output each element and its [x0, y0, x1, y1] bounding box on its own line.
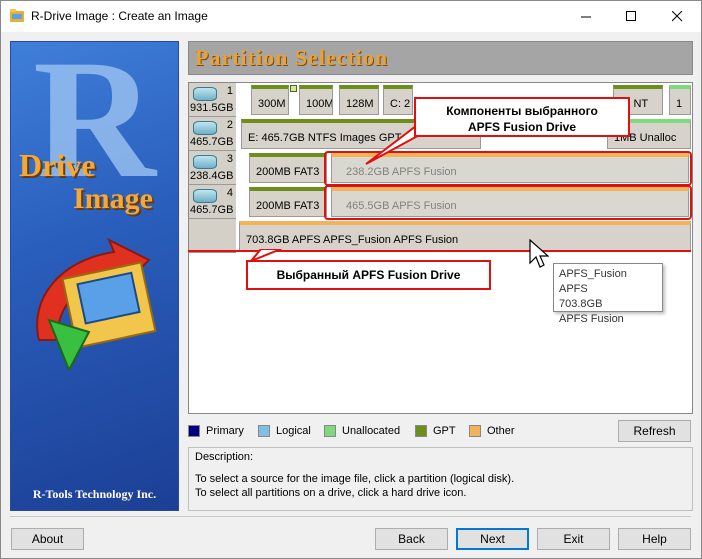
- description-label: Description:: [195, 451, 254, 463]
- highlight-frame: [324, 185, 692, 220]
- partition-1-4[interactable]: C: 2: [383, 85, 413, 115]
- legend-swatch: [469, 425, 481, 437]
- drive-number: 4: [226, 187, 233, 199]
- divider: [10, 516, 691, 517]
- drive-size: 465.7GB: [190, 204, 234, 216]
- legend-swatch: [415, 425, 427, 437]
- app-window: R-Drive Image : Create an Image R Drive …: [0, 0, 702, 559]
- drive-number: 1: [226, 85, 233, 97]
- about-button[interactable]: About: [11, 528, 84, 550]
- drive-4[interactable]: 4 465.7GB: [189, 185, 236, 219]
- logo-image-text: Image: [73, 182, 153, 215]
- close-button[interactable]: [655, 1, 700, 32]
- legend-other: Other: [469, 423, 515, 439]
- legend-swatch: [258, 425, 270, 437]
- drive-3[interactable]: 3 238.4GB: [189, 151, 236, 185]
- legend-unallocated: Unallocated: [324, 423, 400, 439]
- logo-drive-text: Drive: [19, 147, 96, 183]
- partition-4-1[interactable]: 200MB FAT3: [249, 187, 327, 217]
- close-icon: [672, 11, 683, 22]
- window-title: R-Drive Image : Create an Image: [31, 9, 208, 23]
- drive-number: 2: [226, 119, 233, 131]
- drive-2[interactable]: 2 465.7GB: [189, 117, 236, 151]
- description-line-1: To select a source for the image file, c…: [195, 473, 515, 485]
- drive-size: 465.7GB: [190, 136, 234, 148]
- refresh-button[interactable]: Refresh: [618, 420, 691, 442]
- selected-drive-callout: Выбранный APFS Fusion Drive: [246, 260, 491, 290]
- app-icon: [10, 9, 24, 22]
- company-name: R-Tools Technology Inc.: [32, 487, 157, 501]
- components-callout: Компоненты выбранного APFS Fusion Drive: [414, 97, 630, 137]
- drive-number: 3: [226, 153, 233, 165]
- maximize-icon: [626, 11, 636, 21]
- partition-1-2[interactable]: 100M: [299, 85, 333, 115]
- partition-tooltip: APFS_Fusion APFS 703.8GB APFS Fusion: [553, 263, 663, 325]
- page-header: Partition Selection: [188, 41, 693, 75]
- folder-arrow-icon: [36, 237, 157, 370]
- next-button[interactable]: Next: [456, 528, 529, 550]
- partition-1-1[interactable]: 300M: [251, 85, 289, 115]
- minimize-icon: [581, 16, 591, 18]
- selection-marker: [290, 85, 297, 92]
- hard-drive-icon: [193, 121, 217, 135]
- partition-1-6[interactable]: 1: [669, 85, 691, 115]
- partition-3-1[interactable]: 200MB FAT3: [249, 153, 327, 183]
- legend-swatch: [188, 425, 200, 437]
- hard-drive-icon: [193, 155, 217, 169]
- description-line-2: To select all partitions on a drive, cli…: [195, 487, 467, 499]
- sidebar-logo-panel: R Drive Image R-Tools Technology Inc.: [10, 41, 179, 511]
- minimize-button[interactable]: [564, 1, 609, 32]
- exit-button[interactable]: Exit: [537, 528, 610, 550]
- legend-swatch: [324, 425, 336, 437]
- partition-1-3[interactable]: 128M: [339, 85, 379, 115]
- hard-drive-icon: [193, 189, 217, 203]
- maximize-button[interactable]: [609, 1, 654, 32]
- title-bar: R-Drive Image : Create an Image: [1, 1, 701, 32]
- page-title: Partition Selection: [195, 45, 389, 70]
- description-panel: Description: To select a source for the …: [188, 447, 693, 511]
- hard-drive-icon: [193, 87, 217, 101]
- drive-1[interactable]: 1 931.5GB: [189, 83, 236, 117]
- legend-gpt: GPT: [415, 423, 456, 439]
- help-button[interactable]: Help: [618, 528, 691, 550]
- drive-size: 238.4GB: [190, 170, 234, 182]
- legend-primary: Primary: [188, 423, 244, 439]
- mouse-cursor-icon: [529, 239, 549, 268]
- drive-size: 931.5GB: [190, 102, 234, 114]
- back-button[interactable]: Back: [375, 528, 448, 550]
- legend-logical: Logical: [258, 423, 311, 439]
